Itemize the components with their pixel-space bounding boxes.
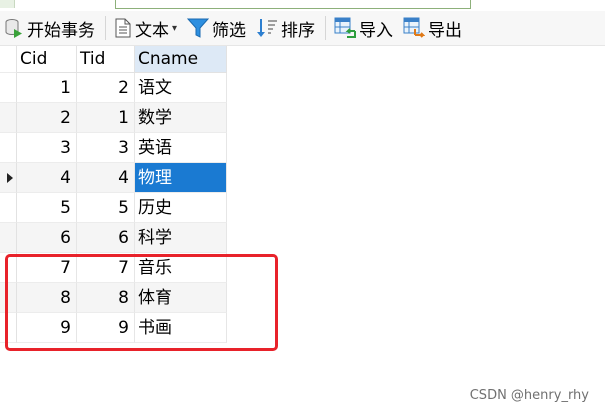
- filter-icon: [187, 18, 210, 38]
- cell-tid[interactable]: 5: [77, 193, 135, 223]
- begin-transaction-button[interactable]: 开始事务: [0, 13, 101, 43]
- cell-cname[interactable]: 英语: [135, 133, 227, 163]
- cell-cid[interactable]: 4: [17, 163, 77, 193]
- row-header[interactable]: [0, 163, 17, 193]
- row-header[interactable]: [0, 193, 17, 223]
- column-header-cname[interactable]: Cname: [135, 46, 227, 73]
- column-header-tid[interactable]: Tid: [77, 46, 135, 73]
- import-icon: [334, 17, 357, 38]
- export-label: 导出: [428, 20, 463, 41]
- row-header[interactable]: [0, 133, 17, 163]
- export-button[interactable]: 导出: [399, 13, 468, 43]
- current-row-indicator-icon: [7, 173, 13, 183]
- row-header[interactable]: [0, 73, 17, 103]
- toolbar-separator: [325, 16, 327, 40]
- tab-edge-outline: [115, 0, 471, 9]
- text-label: 文本: [135, 20, 169, 41]
- sort-button[interactable]: 排序: [252, 13, 321, 43]
- column-header-cid[interactable]: Cid: [17, 46, 77, 73]
- row-header[interactable]: [0, 223, 17, 253]
- import-label: 导入: [359, 20, 394, 41]
- filter-button[interactable]: 筛选: [183, 13, 252, 43]
- cell-tid[interactable]: 4: [77, 163, 135, 193]
- toolbar: 开始事务 文本 ▾ 筛选 排序 导入 导出: [0, 11, 605, 46]
- cell-cid[interactable]: 5: [17, 193, 77, 223]
- begin-transaction-label: 开始事务: [27, 20, 95, 41]
- cell-tid[interactable]: 1: [77, 103, 135, 133]
- filter-label: 筛选: [212, 20, 247, 41]
- transaction-icon: [5, 19, 22, 38]
- document-icon: [115, 18, 131, 38]
- sort-icon: [257, 19, 278, 37]
- cell-tid[interactable]: 3: [77, 133, 135, 163]
- chevron-down-icon: ▾: [172, 22, 178, 34]
- cell-cname-selected[interactable]: 物理: [135, 163, 227, 193]
- cell-tid[interactable]: 2: [77, 73, 135, 103]
- cell-cid[interactable]: 2: [17, 103, 77, 133]
- row-header[interactable]: [0, 103, 17, 133]
- tab-edge: [0, 0, 15, 8]
- cell-cname[interactable]: 历史: [135, 193, 227, 223]
- cell-cname[interactable]: 语文: [135, 73, 227, 103]
- tab-strip-edge: [0, 0, 605, 11]
- import-button[interactable]: 导入: [330, 13, 399, 43]
- cell-cid[interactable]: 1: [17, 73, 77, 103]
- cell-cname[interactable]: 科学: [135, 223, 227, 253]
- cell-cid[interactable]: 6: [17, 223, 77, 253]
- cell-cid[interactable]: 3: [17, 133, 77, 163]
- watermark: CSDN @henry_rhy: [469, 388, 589, 403]
- sort-label: 排序: [281, 20, 316, 41]
- toolbar-separator: [105, 16, 106, 40]
- highlight-box: [5, 254, 278, 351]
- corner-header[interactable]: [0, 46, 17, 73]
- text-button[interactable]: 文本 ▾: [110, 13, 183, 43]
- export-icon: [403, 17, 426, 38]
- cell-cname[interactable]: 数学: [135, 103, 227, 133]
- cell-tid[interactable]: 6: [77, 223, 135, 253]
